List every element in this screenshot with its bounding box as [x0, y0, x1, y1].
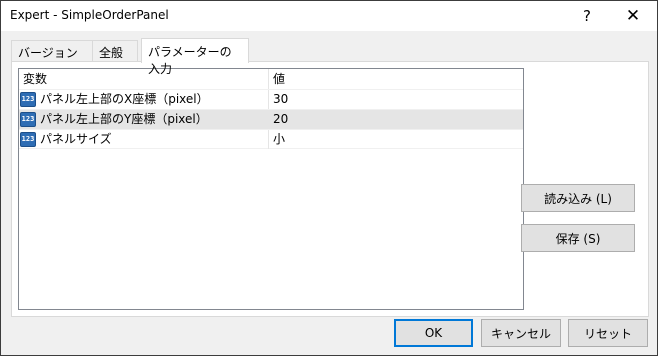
table-row[interactable]: 123 パネルサイズ 小 [19, 129, 523, 149]
save-button[interactable]: 保存 (S) [521, 224, 635, 252]
title-bar: Expert - SimpleOrderPanel ? ✕ [1, 1, 657, 31]
reset-button[interactable]: リセット [568, 319, 648, 347]
grid-header: 変数 値 [19, 69, 523, 89]
param-number-icon: 123 [20, 132, 36, 147]
column-divider[interactable] [268, 69, 269, 89]
window-title: Expert - SimpleOrderPanel [10, 8, 169, 22]
tab-version-info[interactable]: バージョン情報 [11, 40, 93, 77]
table-row[interactable]: 123 パネル左上部のY座標（pixel） 20 [19, 109, 523, 129]
row-divider [268, 110, 269, 129]
param-value[interactable]: 30 [273, 90, 288, 109]
tab-general[interactable]: 全般 [92, 40, 138, 62]
param-value[interactable]: 20 [273, 110, 288, 129]
table-row[interactable]: 123 パネル左上部のX座標（pixel） 30 [19, 89, 523, 109]
cancel-button[interactable]: キャンセル [481, 319, 561, 347]
help-button[interactable]: ? [564, 1, 610, 31]
tab-parameters[interactable]: パラメーターの入力 [141, 38, 249, 76]
column-header-value[interactable]: 値 [273, 69, 285, 89]
row-divider [268, 130, 269, 149]
param-name: パネル左上部のX座標（pixel） [40, 92, 209, 106]
column-header-variable[interactable]: 変数 [23, 69, 47, 89]
parameters-grid[interactable]: 変数 値 123 パネル左上部のX座標（pixel） 30 123 パネル左上部… [18, 68, 524, 310]
param-number-icon: 123 [20, 112, 36, 127]
close-button[interactable]: ✕ [610, 1, 656, 31]
param-name: パネル左上部のY座標（pixel） [40, 112, 208, 126]
load-button[interactable]: 読み込み (L) [521, 184, 635, 212]
param-number-icon: 123 [20, 92, 36, 107]
param-name: パネルサイズ [40, 132, 112, 146]
row-divider [268, 90, 269, 109]
tab-strip: バージョン情報 全般 パラメーターの入力 [11, 38, 411, 77]
param-value[interactable]: 小 [273, 130, 285, 149]
ok-button[interactable]: OK [394, 319, 473, 347]
expert-dialog: Expert - SimpleOrderPanel ? ✕ バージョン情報 全般… [0, 0, 658, 356]
